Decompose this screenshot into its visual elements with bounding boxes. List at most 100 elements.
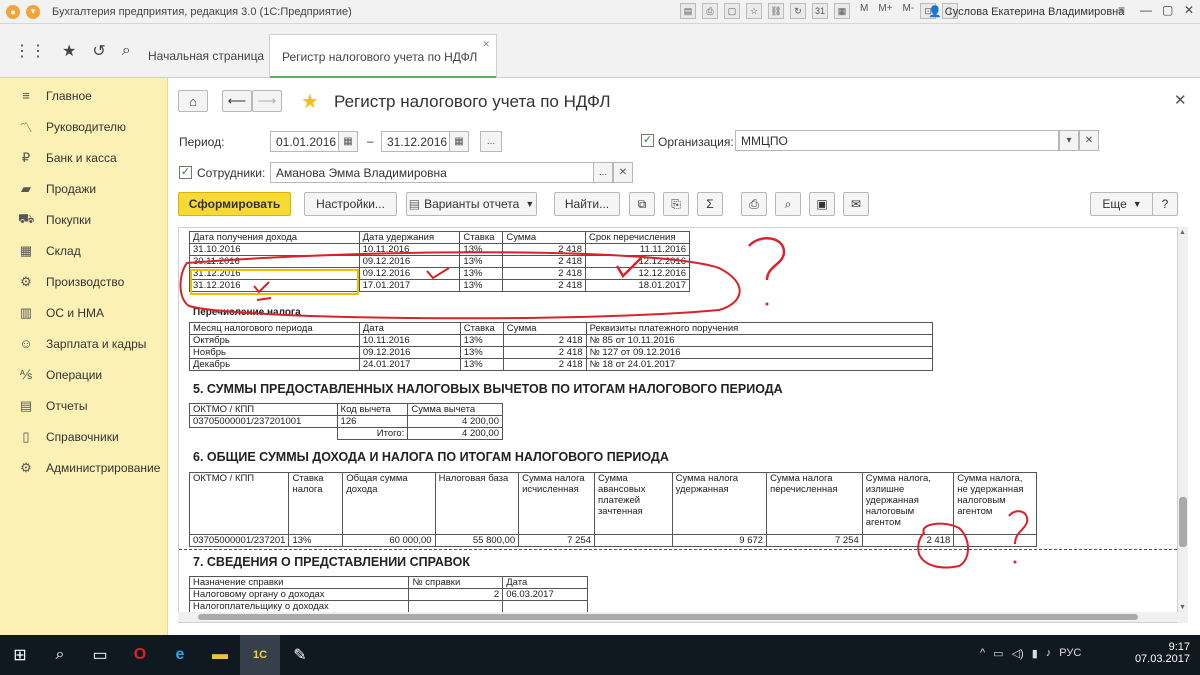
window-titlebar: ● ▾ Бухгалтерия предприятия, редакция 3.…: [0, 0, 1200, 24]
app-menu-icon[interactable]: ▾: [26, 4, 40, 19]
scroll-thumb[interactable]: [198, 614, 1138, 620]
chevron-down-icon: ▼: [525, 199, 535, 209]
employee-checkbox[interactable]: ✓: [179, 166, 192, 179]
favorites-star-icon[interactable]: ★: [62, 41, 76, 61]
close-window-icon[interactable]: ✕: [1184, 3, 1194, 17]
tab-close-icon[interactable]: ✕: [482, 39, 490, 50]
sidebar-item-purchases[interactable]: ⛟ Покупки: [0, 204, 167, 235]
sidebar-item-warehouse[interactable]: ▦ Склад: [0, 235, 167, 266]
tab-home[interactable]: Начальная страница: [136, 34, 278, 78]
apps-grid-icon[interactable]: ⋮⋮: [14, 41, 46, 61]
calendar-icon[interactable]: ▦: [449, 131, 469, 152]
find-button[interactable]: Найти...: [554, 192, 620, 216]
print-icon[interactable]: ⎙: [702, 3, 718, 19]
chevron-up-icon[interactable]: ^: [980, 647, 985, 660]
user-name[interactable]: 👤 Суслова Екатерина Владимировна: [928, 5, 1124, 18]
chevron-down-icon[interactable]: ▾: [1059, 130, 1079, 151]
tab-ndfl-register[interactable]: Регистр налогового учета по НДФЛ ✕: [269, 34, 497, 79]
org-label: Организация:: [658, 135, 734, 149]
sidebar-item-operations[interactable]: ⅍ Операции: [0, 359, 167, 390]
search-icon[interactable]: ⌕: [40, 635, 80, 675]
save-icon[interactable]: ▣: [809, 192, 835, 216]
sidebar-item-label: Склад: [46, 243, 81, 258]
history-clock-icon[interactable]: ↺: [92, 41, 105, 61]
report-document[interactable]: Дата получения дохода Дата удержания Ста…: [178, 227, 1178, 623]
horizontal-scrollbar[interactable]: [178, 612, 1178, 622]
annotation-check: [426, 267, 450, 280]
calendar-icon[interactable]: 31: [812, 3, 828, 19]
history-icon[interactable]: ↻: [790, 3, 806, 19]
sidebar-item-director[interactable]: 〽 Руководителю: [0, 111, 167, 142]
sum-button[interactable]: Σ: [697, 192, 723, 216]
sidebar-item-reports[interactable]: ▤ Отчеты: [0, 390, 167, 421]
home-button[interactable]: ⌂: [178, 90, 208, 112]
opera-icon[interactable]: O: [120, 635, 160, 675]
minimize-icon[interactable]: —: [1140, 3, 1152, 17]
calculator-icon[interactable]: ▦: [834, 3, 850, 19]
help-button[interactable]: ?: [1152, 192, 1178, 216]
report-variants-button[interactable]: ▤ Варианты отчета ▼: [406, 192, 537, 216]
clear-icon[interactable]: ✕: [1079, 130, 1099, 151]
scroll-thumb[interactable]: [1179, 497, 1187, 547]
calendar-icon[interactable]: ▦: [338, 131, 358, 152]
1c-app-icon[interactable]: 1C: [240, 635, 280, 675]
operations-icon: ⅍: [19, 367, 33, 382]
favorite-icon[interactable]: ☆: [746, 3, 762, 19]
scroll-up-icon[interactable]: ▲: [1179, 229, 1186, 236]
ie-icon[interactable]: e: [160, 635, 200, 675]
org-checkbox[interactable]: ✓: [641, 134, 654, 147]
more-label: Еще: [1102, 197, 1127, 211]
sidebar-item-salary[interactable]: ☺ Зарплата и кадры: [0, 328, 167, 359]
generate-button[interactable]: Сформировать: [178, 192, 291, 216]
org-input[interactable]: ММЦПО: [735, 130, 1059, 151]
favorite-star-icon[interactable]: ★: [301, 89, 319, 114]
settings-button[interactable]: Настройки...: [304, 192, 397, 216]
volume-icon[interactable]: ◁): [1012, 647, 1024, 660]
search-icon[interactable]: ⌕: [122, 42, 131, 60]
task-view-icon[interactable]: ▭: [80, 635, 120, 675]
employee-select-button[interactable]: ...: [593, 162, 613, 183]
windows-start-icon[interactable]: ⊞: [0, 635, 40, 675]
sidebar-item-admin[interactable]: ⚙ Администрирование: [0, 452, 167, 483]
network-icon[interactable]: ▭: [993, 647, 1003, 660]
battery-icon[interactable]: ▮: [1032, 647, 1038, 660]
sidebar-item-bank[interactable]: ₽ Банк и касса: [0, 142, 167, 173]
menu-icon[interactable]: ≡: [1118, 3, 1125, 17]
email-icon[interactable]: ✉: [843, 192, 869, 216]
clock[interactable]: 9:17 07.03.2017: [1135, 641, 1190, 665]
vertical-scrollbar[interactable]: ▲ ▼: [1178, 227, 1188, 623]
sidebar-item-label: ОС и НМА: [46, 305, 105, 320]
employee-input[interactable]: Аманова Эмма Владимировна: [270, 162, 594, 183]
sidebar-item-catalogs[interactable]: ▯ Справочники: [0, 421, 167, 452]
scroll-down-icon[interactable]: ▼: [1179, 604, 1186, 611]
more-button[interactable]: Еще ▼: [1090, 192, 1154, 216]
memory-minus-button[interactable]: M-: [903, 3, 915, 19]
speaker-icon[interactable]: ♪: [1046, 647, 1052, 660]
folder-icon[interactable]: ▬: [200, 635, 240, 675]
sidebar-item-assets[interactable]: ▥ ОС и НМА: [0, 297, 167, 328]
book-icon: ▯: [22, 428, 30, 444]
report-icon: ▤: [19, 397, 33, 413]
sidebar: ≡ Главное 〽 Руководителю ₽ Банк и касса ▰ Пр…: [0, 78, 168, 635]
sidebar-item-sales[interactable]: ▰ Продажи: [0, 173, 167, 204]
memory-plus-button[interactable]: M+: [878, 3, 892, 19]
save-icon[interactable]: ▤: [680, 3, 696, 19]
close-form-icon[interactable]: ✕: [1174, 91, 1187, 109]
clear-icon[interactable]: ✕: [613, 162, 633, 183]
maximize-icon[interactable]: ▢: [1162, 3, 1173, 17]
link-icon[interactable]: ⛓: [768, 3, 784, 19]
preview-icon[interactable]: ⌕: [775, 192, 801, 216]
back-button[interactable]: ⟵: [222, 90, 252, 112]
paint-icon[interactable]: ✎: [280, 635, 320, 675]
paste-icon[interactable]: ⎘: [663, 192, 689, 216]
memory-button[interactable]: M: [860, 3, 868, 19]
sidebar-item-main[interactable]: ≡ Главное: [0, 80, 167, 111]
print-icon[interactable]: ⎙: [741, 192, 767, 216]
preview-icon[interactable]: ▢: [724, 3, 740, 19]
forward-button[interactable]: ⟶: [252, 90, 282, 112]
copy-icon[interactable]: ⧉: [629, 192, 655, 216]
app-logo-icon[interactable]: ●: [6, 4, 20, 19]
sidebar-item-production[interactable]: ⚙ Производство: [0, 266, 167, 297]
language-indicator[interactable]: РУС: [1059, 647, 1081, 660]
period-select-button[interactable]: ...: [480, 131, 502, 152]
